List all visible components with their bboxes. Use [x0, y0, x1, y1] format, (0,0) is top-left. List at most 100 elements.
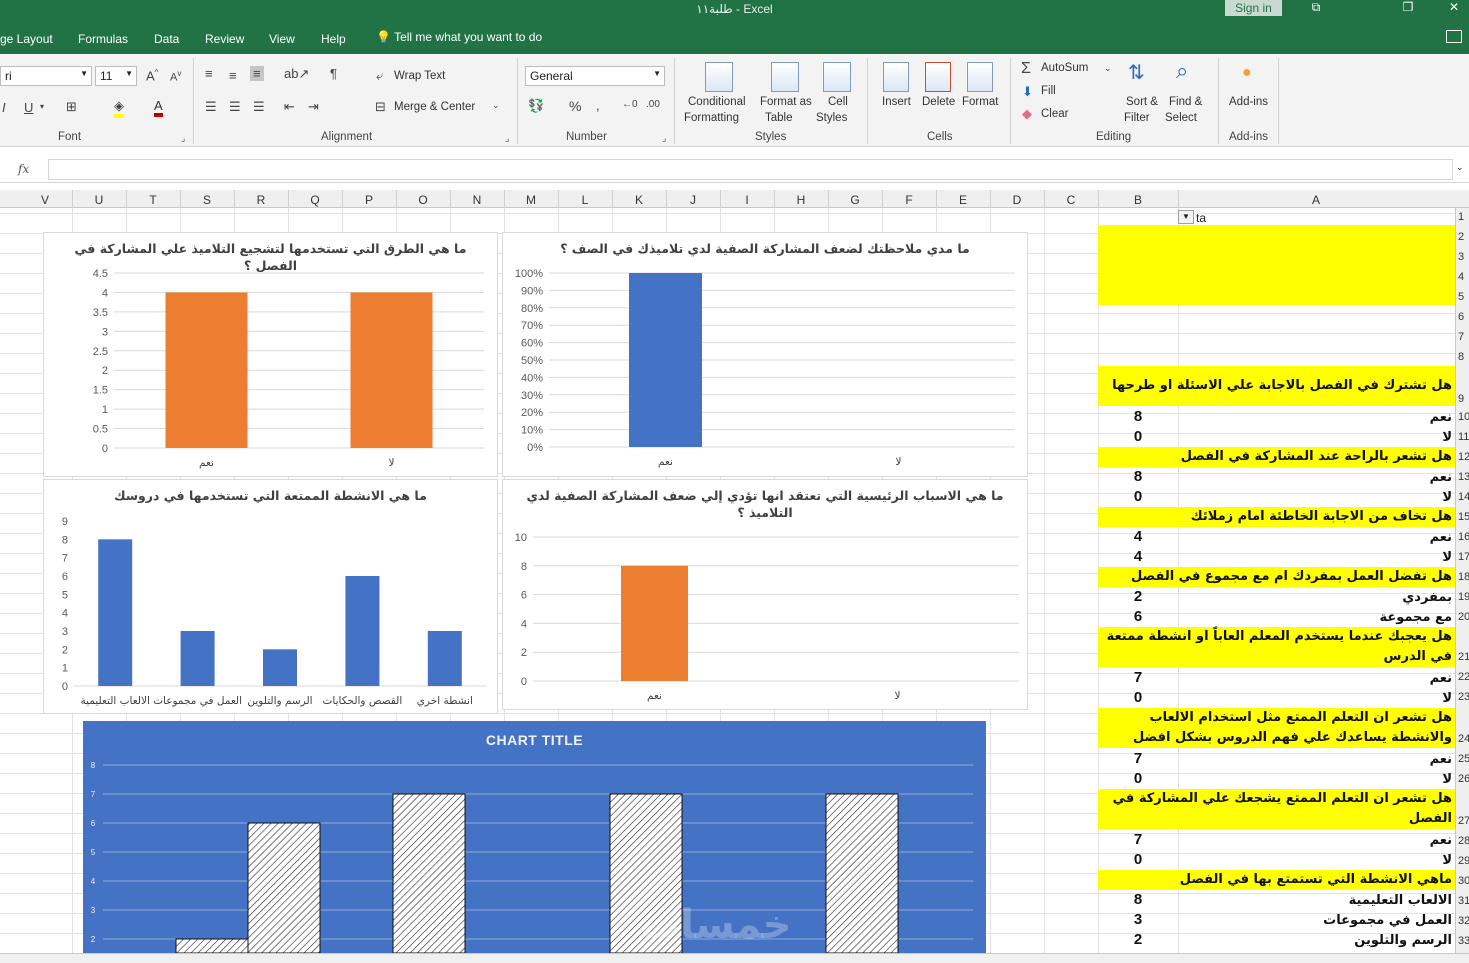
percent-icon[interactable]: %: [569, 98, 581, 114]
font-size-box[interactable]: 11 ▼: [95, 66, 137, 86]
close-icon[interactable]: ✕: [1434, 0, 1469, 16]
borders-icon[interactable]: ⊞: [66, 99, 77, 115]
decrease-font-icon[interactable]: Av: [170, 69, 181, 84]
number-format-box[interactable]: General ▼: [525, 66, 665, 86]
sort-filter-label-1[interactable]: Sort &: [1126, 96, 1158, 108]
align-center-icon[interactable]: ☰: [229, 99, 241, 115]
row-number[interactable]: 28: [1458, 835, 1469, 847]
autosum-icon[interactable]: Σ: [1021, 60, 1031, 78]
column-header[interactable]: S: [197, 193, 217, 207]
cell-a1[interactable]: ta: [1196, 211, 1206, 225]
cell-styles-label-2[interactable]: Styles: [816, 112, 847, 124]
fx-icon[interactable]: fx: [18, 162, 29, 176]
column-header[interactable]: I: [737, 193, 757, 207]
row-number[interactable]: 16: [1458, 531, 1469, 543]
align-top-icon[interactable]: ≡: [205, 66, 213, 81]
find-select-label-1[interactable]: Find &: [1169, 96, 1202, 108]
row-number[interactable]: 4: [1458, 271, 1464, 283]
comma-style-icon[interactable]: ,: [596, 98, 600, 113]
tab-data[interactable]: Data: [154, 32, 179, 46]
conditional-formatting-label-1[interactable]: Conditional: [688, 96, 746, 108]
chart-participation-weakness[interactable]: ما مدي ملاحظتك لضعف المشاركة الصفية لدي …: [502, 232, 1028, 477]
format-as-table-label-2[interactable]: Table: [765, 112, 793, 124]
dialog-launcher-icon[interactable]: ⌟: [505, 133, 509, 144]
chevron-down-icon[interactable]: ▾: [40, 102, 44, 111]
tab-review[interactable]: Review: [205, 32, 244, 46]
insert-cells-icon[interactable]: [883, 62, 909, 92]
column-header[interactable]: T: [143, 193, 163, 207]
align-left-icon[interactable]: ☰: [205, 99, 217, 115]
column-header[interactable]: A: [1306, 193, 1326, 207]
row-number[interactable]: 15: [1458, 511, 1469, 523]
row-number[interactable]: 24: [1458, 733, 1469, 745]
row-number[interactable]: 2: [1458, 231, 1464, 243]
column-header[interactable]: U: [89, 193, 109, 207]
row-number[interactable]: 30: [1458, 875, 1469, 887]
row-number[interactable]: 1: [1458, 211, 1464, 223]
chevron-down-icon[interactable]: ⌄: [1104, 63, 1112, 74]
row-number[interactable]: 6: [1458, 311, 1464, 323]
delete-cells-icon[interactable]: [925, 62, 951, 92]
align-right-icon[interactable]: ☰: [253, 99, 265, 115]
column-header[interactable]: D: [1007, 193, 1027, 207]
chevron-down-icon[interactable]: ⌄: [492, 100, 500, 111]
column-header[interactable]: O: [413, 193, 433, 207]
sort-filter-icon[interactable]: ⇅: [1128, 60, 1145, 85]
conditional-formatting-icon[interactable]: [705, 62, 733, 92]
font-name-box[interactable]: ri ▼: [0, 66, 92, 86]
column-header[interactable]: L: [575, 193, 595, 207]
row-number[interactable]: 21: [1458, 651, 1469, 663]
insert-button[interactable]: Insert: [882, 96, 911, 108]
row-number[interactable]: 25: [1458, 753, 1469, 765]
column-header[interactable]: B: [1128, 193, 1148, 207]
column-header[interactable]: R: [251, 193, 271, 207]
row-number[interactable]: 11: [1458, 431, 1469, 443]
row-number[interactable]: 7: [1458, 331, 1464, 343]
column-header[interactable]: K: [629, 193, 649, 207]
chart-encouragement-methods[interactable]: ما هي الطرق التي تستخدمها لتشجيع التلامي…: [43, 232, 498, 477]
row-number[interactable]: 14: [1458, 491, 1469, 503]
row-number[interactable]: 18: [1458, 571, 1469, 583]
align-middle-icon[interactable]: ≡: [229, 68, 237, 83]
format-cells-icon[interactable]: [967, 62, 993, 92]
font-color-icon[interactable]: A: [154, 98, 163, 117]
chart-fun-activities[interactable]: ما هي الانشطة الممتعة التي تستخدمها في د…: [43, 479, 498, 714]
find-select-label-2[interactable]: Select: [1165, 112, 1197, 124]
dialog-launcher-icon[interactable]: ⌟: [181, 133, 185, 144]
wrap-text-button[interactable]: Wrap Text: [394, 70, 445, 82]
clear-button[interactable]: Clear: [1041, 108, 1068, 120]
cell-styles-label-1[interactable]: Cell: [828, 96, 848, 108]
row-number[interactable]: 12: [1458, 451, 1469, 463]
decrease-indent-icon[interactable]: ⇤: [284, 99, 295, 115]
fill-down-icon[interactable]: ⬇: [1022, 84, 1033, 100]
row-number[interactable]: 20: [1458, 611, 1469, 623]
column-header[interactable]: C: [1061, 193, 1081, 207]
tab-formulas[interactable]: Formulas: [78, 32, 128, 46]
header-highlight-cell[interactable]: [1098, 225, 1455, 305]
row-number[interactable]: 19: [1458, 591, 1469, 603]
orientation-icon[interactable]: ab↗: [284, 66, 309, 82]
filter-dropdown-icon[interactable]: ▼: [1178, 210, 1194, 224]
row-number[interactable]: 5: [1458, 291, 1464, 303]
restore-icon[interactable]: ❐: [1388, 0, 1428, 16]
comments-icon[interactable]: [1446, 30, 1462, 43]
row-number[interactable]: 13: [1458, 471, 1469, 483]
column-header[interactable]: P: [359, 193, 379, 207]
row-number[interactable]: 3: [1458, 251, 1464, 263]
increase-indent-icon[interactable]: ⇥: [308, 99, 319, 115]
format-button[interactable]: Format: [962, 96, 998, 108]
add-ins-button[interactable]: Add-ins: [1229, 96, 1268, 108]
row-number[interactable]: 26: [1458, 773, 1469, 785]
increase-decimal-icon[interactable]: ←0: [622, 99, 638, 110]
column-header[interactable]: N: [467, 193, 487, 207]
formula-input[interactable]: [48, 159, 1453, 180]
row-number[interactable]: 29: [1458, 855, 1469, 867]
decrease-decimal-icon[interactable]: .00: [646, 99, 660, 110]
align-bottom-icon[interactable]: ≡: [250, 66, 264, 81]
add-ins-icon[interactable]: ●: [1242, 64, 1252, 82]
chart-main-reasons[interactable]: ما هي الاسباب الرئيسية التي تعتقد انها ت…: [502, 479, 1028, 710]
column-header[interactable]: G: [845, 193, 865, 207]
row-number[interactable]: 8: [1458, 351, 1464, 363]
underline-icon[interactable]: U: [24, 100, 33, 115]
row-number[interactable]: 22: [1458, 671, 1469, 683]
